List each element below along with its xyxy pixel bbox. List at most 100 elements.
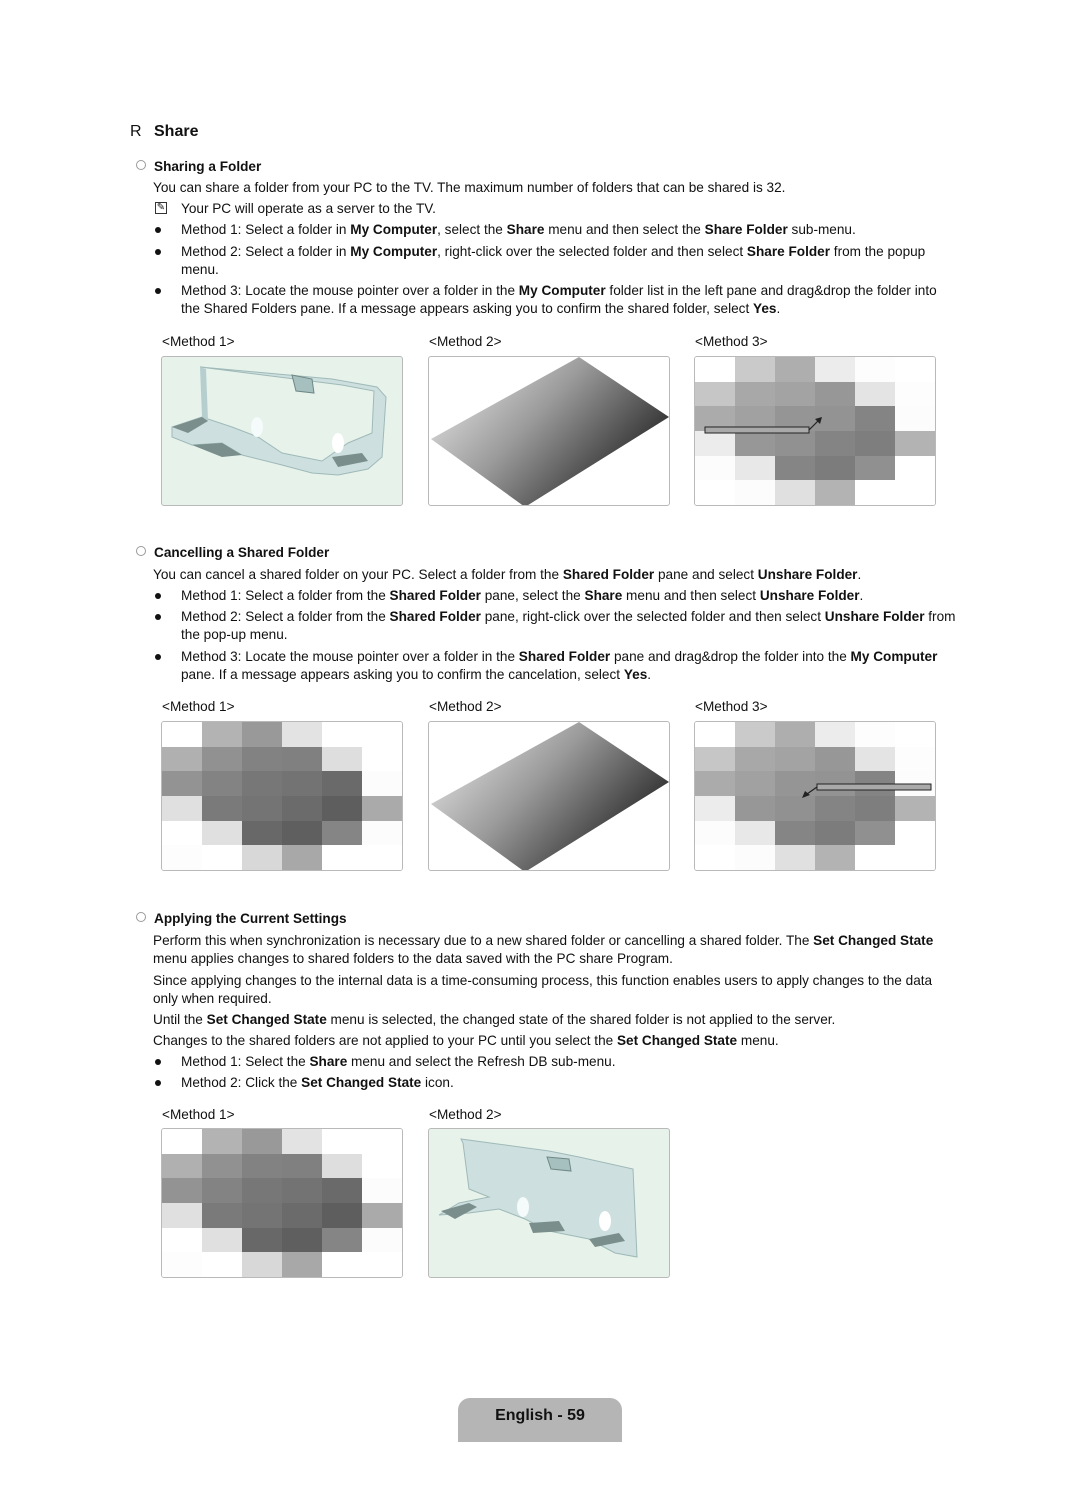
circle-bullet-icon <box>136 160 146 170</box>
mosaic-cell <box>282 1227 322 1253</box>
text-run: menu. <box>737 1033 779 1048</box>
mosaic-cell <box>202 1129 242 1154</box>
text-run: Perform this when synchronization is nec… <box>153 933 814 948</box>
bold-term: My Computer <box>350 244 438 259</box>
gradient-diamond-illustration <box>431 722 669 870</box>
mosaic-cell <box>282 845 322 870</box>
mosaic-cell <box>282 1252 322 1277</box>
cancelling-bullet: Method 2: Select a folder from the Share… <box>153 608 956 644</box>
figure-method-2-gradient-image <box>428 356 670 506</box>
text-run: menu and select the Refresh DB sub-menu. <box>347 1054 616 1069</box>
applying-paragraph: Perform this when synchronization is nec… <box>153 932 953 968</box>
sharing-intro: You can share a folder from your PC to t… <box>153 180 786 195</box>
mosaic-cell <box>242 746 282 772</box>
mosaic-cell <box>242 722 282 747</box>
mosaic-cell <box>162 845 202 870</box>
applying-paragraph: Until the Set Changed State menu is sele… <box>153 1011 953 1029</box>
cancelling-bullet-text: Method 1: Select a folder from the Share… <box>181 587 956 605</box>
cancelling-bullet-text: Method 3: Locate the mouse pointer over … <box>181 648 956 684</box>
figure-caption: <Method 3> <box>695 699 768 714</box>
sharing-bullet: Method 1: Select a folder in My Computer… <box>153 221 953 239</box>
mosaic-cell <box>162 771 202 797</box>
text-run: Method 2: Select a folder in <box>181 244 351 259</box>
mosaic-cell <box>202 1227 242 1253</box>
figure-method-1-mosaic-image <box>161 1128 403 1278</box>
bold-term: Share <box>584 588 623 603</box>
bullet-dot-icon <box>155 227 161 233</box>
mosaic-cell <box>362 1227 402 1253</box>
bullet-dot-icon <box>155 1080 161 1086</box>
mosaic-cell <box>202 1203 242 1228</box>
sharing-heading-text: Sharing a Folder <box>154 159 262 174</box>
figure-caption: <Method 3> <box>695 334 768 349</box>
mosaic-cell <box>162 746 202 772</box>
mosaic-cell <box>282 771 322 797</box>
bold-term: Set Changed State <box>206 1012 327 1027</box>
mosaic-cell <box>282 1203 322 1228</box>
bold-term: Set Changed State <box>813 933 934 948</box>
mosaic-cell <box>322 1153 362 1179</box>
mosaic-cell <box>202 845 242 870</box>
mosaic-cell <box>162 1252 202 1277</box>
sharing-bullet-text: Method 1: Select a folder in My Computer… <box>181 221 956 239</box>
cancelling-heading: Cancelling a Shared Folder <box>136 545 329 560</box>
text-run: pane, right-click over the selected fold… <box>480 609 825 624</box>
text-run: Method 1: Select a folder from the <box>181 588 390 603</box>
text-run: menu and then select <box>622 588 760 603</box>
mosaic-cell <box>282 796 322 821</box>
mosaic-cell <box>242 1153 282 1179</box>
mosaic-cell <box>282 722 322 747</box>
figure-method-1-bracket-image <box>161 356 403 506</box>
applying-bullet-text: Method 2: Click the Set Changed State ic… <box>181 1074 956 1092</box>
page-footer-tab: English - 59 <box>458 1398 622 1442</box>
sharing-bullet: Method 2: Select a folder in My Computer… <box>153 243 953 279</box>
mosaic-cell <box>242 796 282 821</box>
mosaic-cell <box>362 796 402 821</box>
mosaic-cell <box>242 1227 282 1253</box>
mosaic-cell <box>282 1153 322 1179</box>
mosaic-grid <box>162 1129 402 1277</box>
mosaic-cell <box>362 722 402 747</box>
bold-term: My Computer <box>850 649 938 664</box>
mosaic-cell <box>362 1203 402 1228</box>
mosaic-cell <box>322 1252 362 1277</box>
wall-bracket-illustration <box>438 1138 638 1258</box>
mosaic-cell <box>322 746 362 772</box>
text-run: menu applies changes to shared folders t… <box>153 951 673 966</box>
mosaic-cell <box>242 1129 282 1154</box>
mosaic-cell <box>322 722 362 747</box>
bold-term: Unshare Folder <box>759 588 860 603</box>
bullet-dot-icon <box>155 593 161 599</box>
mosaic-cell <box>322 1178 362 1204</box>
cancelling-bullet-text: Method 2: Select a folder from the Share… <box>181 608 956 644</box>
drag-arrow-overlay <box>704 417 822 434</box>
bold-term: Yes <box>753 301 777 316</box>
mosaic-cell <box>282 1129 322 1154</box>
mosaic-cell <box>242 1178 282 1204</box>
bold-term: Set Changed State <box>301 1075 422 1090</box>
mosaic-cell <box>242 820 282 846</box>
text-run: sub-menu. <box>787 222 856 237</box>
text-run: icon. <box>421 1075 454 1090</box>
text-run: Method 2: Click the <box>181 1075 302 1090</box>
mosaic-cell <box>162 796 202 821</box>
figure-caption: <Method 1> <box>162 1107 235 1122</box>
text-run: , right-click over the selected folder a… <box>437 244 747 259</box>
mosaic-cell <box>202 771 242 797</box>
text-run: Method 3: Locate the mouse pointer over … <box>181 649 519 664</box>
text-run: menu and then select the <box>544 222 705 237</box>
text-run: menu is selected, the changed state of t… <box>326 1012 836 1027</box>
bullet-dot-icon <box>155 614 161 620</box>
mosaic-cell <box>282 746 322 772</box>
note-pencil-icon: ✎ <box>155 202 167 214</box>
applying-bullet-text: Method 1: Select the Share menu and sele… <box>181 1053 956 1071</box>
text-run: pane. If a message appears asking you to… <box>181 667 624 682</box>
mosaic-cell <box>242 1252 282 1277</box>
circle-bullet-icon <box>136 912 146 922</box>
cancelling-intro: You can cancel a shared folder on your P… <box>153 566 953 584</box>
text-run: Method 1: Select the <box>181 1054 310 1069</box>
text-run: pane, select the <box>480 588 585 603</box>
mosaic-grid <box>162 722 402 870</box>
mosaic-cell <box>362 820 402 846</box>
text-run: pane and select <box>654 567 758 582</box>
